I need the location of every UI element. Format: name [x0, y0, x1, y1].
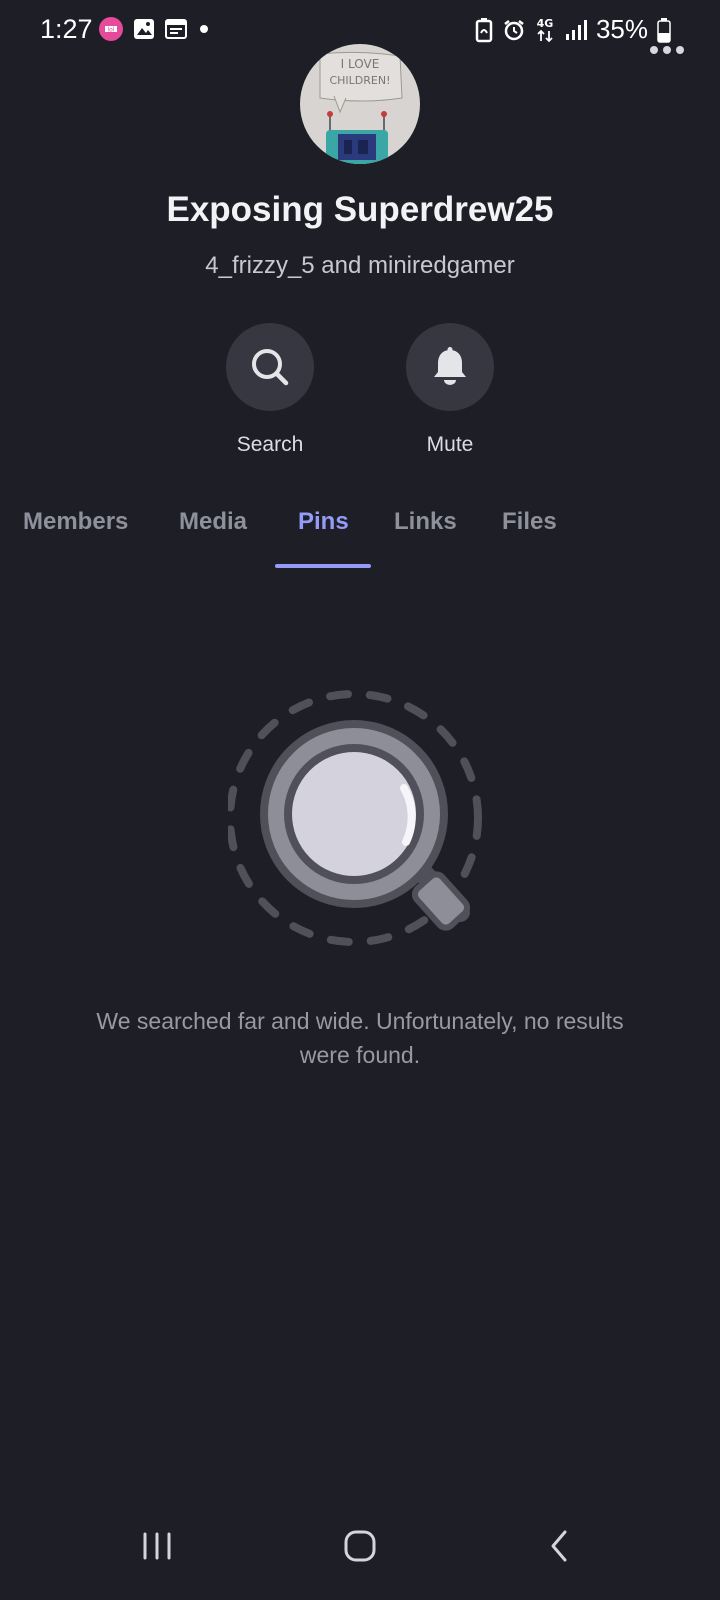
search-icon: [252, 349, 289, 386]
home-icon: [344, 1530, 376, 1562]
tab-members[interactable]: Members: [23, 508, 128, 536]
recents-button[interactable]: [127, 1516, 187, 1576]
group-avatar[interactable]: I LOVE CHILDREN!: [300, 44, 420, 164]
alarm-icon: [504, 19, 524, 40]
tab-media[interactable]: Media: [179, 508, 247, 536]
svg-text:I LOVE: I LOVE: [341, 57, 380, 71]
recents-icon: [143, 1532, 171, 1560]
battery-icon: [657, 17, 671, 43]
search-button-label: Search: [236, 433, 304, 456]
signal-icon: [565, 19, 587, 40]
search-button-circle[interactable]: [226, 323, 314, 411]
tab-files[interactable]: Files: [502, 508, 557, 536]
tab-bar: Members Media Pins Links Files: [0, 508, 720, 568]
group-members-subtitle: 4_frizzy_5 and miniredgamer: [205, 252, 515, 279]
overflow-dot: [650, 46, 658, 54]
app-notification-icon: lol: [99, 17, 123, 41]
back-icon: [551, 1530, 567, 1562]
overflow-dot: [676, 46, 684, 54]
bell-icon: [434, 347, 466, 385]
overflow-dot: [663, 46, 671, 54]
system-nav-bar: [0, 1490, 720, 1600]
mute-button-label: Mute: [426, 433, 474, 456]
home-button[interactable]: [330, 1516, 390, 1576]
back-button[interactable]: [530, 1516, 590, 1576]
network-4g-icon: 4G: [537, 17, 554, 42]
empty-state-illustration: [226, 690, 492, 954]
status-system-icons: 4G 35%: [474, 14, 672, 45]
svg-text:CHILDREN!: CHILDREN!: [329, 74, 390, 87]
status-time: 1:27: [40, 14, 93, 44]
image-icon: [134, 19, 154, 39]
page-title: Exposing Superdrew25: [166, 190, 554, 229]
search-button[interactable]: Search: [200, 323, 340, 457]
battery-saver-icon: [475, 17, 493, 42]
empty-state-message: We searched far and wide. Unfortunately,…: [96, 1008, 624, 1068]
magnifier-icon: [226, 690, 482, 946]
active-tab-indicator: [275, 564, 371, 568]
status-notification-icons: lol: [98, 16, 212, 42]
svg-text:lol: lol: [107, 27, 114, 34]
battery-percent: 35%: [595, 14, 648, 44]
dot-icon: [200, 25, 208, 33]
network-label: 4G: [537, 17, 554, 30]
tab-links[interactable]: Links: [394, 508, 457, 536]
overflow-menu-icon[interactable]: [650, 46, 684, 54]
calendar-icon: [165, 19, 187, 39]
tab-pins[interactable]: Pins: [298, 508, 349, 536]
mute-button-circle[interactable]: [406, 323, 494, 411]
mute-button[interactable]: Mute: [380, 323, 520, 457]
avatar-drawing: I LOVE CHILDREN!: [300, 44, 420, 164]
